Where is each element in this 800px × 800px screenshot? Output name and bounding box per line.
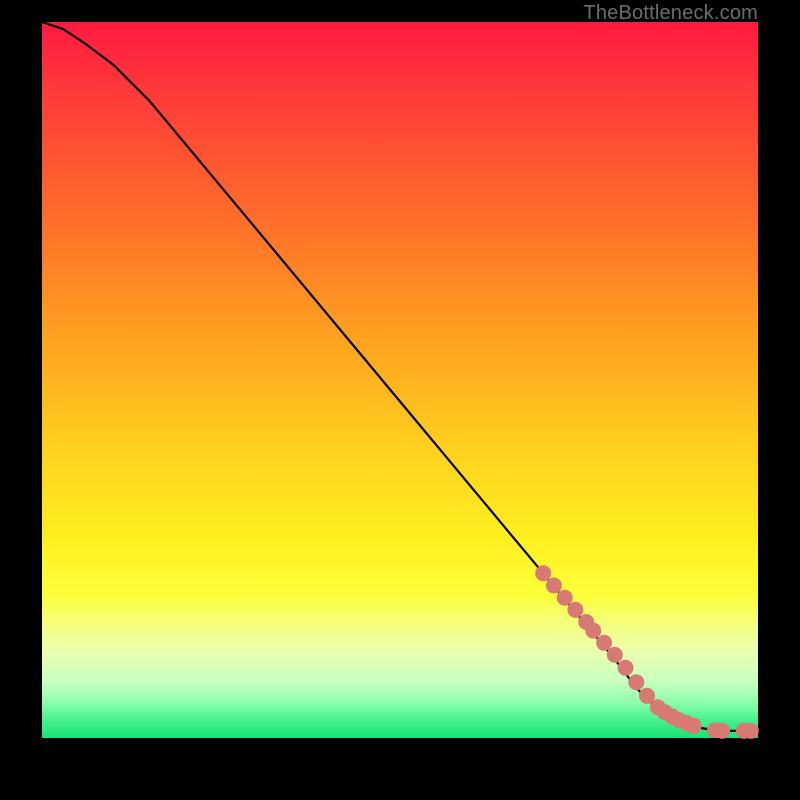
chart-svg [42, 22, 758, 738]
data-point [567, 602, 583, 618]
data-point [596, 635, 612, 651]
data-point [607, 647, 623, 663]
bottleneck-curve-line [42, 22, 758, 731]
data-point [585, 623, 601, 639]
data-point [628, 674, 644, 690]
data-point [557, 590, 573, 606]
data-point [714, 723, 730, 739]
marker-group [535, 565, 759, 739]
data-point [618, 660, 634, 676]
chart-frame: TheBottleneck.com [0, 0, 800, 800]
data-point [686, 718, 702, 734]
data-point [743, 723, 759, 739]
data-point [535, 565, 551, 581]
data-point [546, 578, 562, 594]
plot-area [42, 22, 758, 738]
